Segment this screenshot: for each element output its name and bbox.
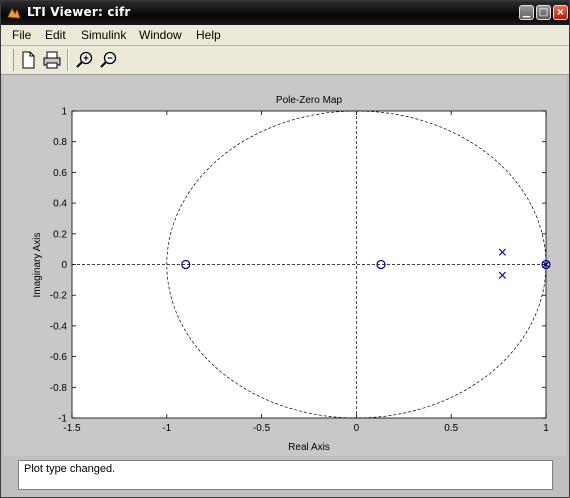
y-tick-label: -1 xyxy=(58,414,67,425)
close-button[interactable]: × xyxy=(553,5,568,20)
menu-help[interactable]: Help xyxy=(196,28,221,42)
x-tick-label: 1 xyxy=(543,423,549,434)
y-tick-label: -0.4 xyxy=(50,321,68,332)
menu-window[interactable]: Window xyxy=(139,28,182,42)
print-icon[interactable] xyxy=(41,49,63,71)
x-tick-label: -1.5 xyxy=(63,423,81,434)
minimize-icon: ▁ xyxy=(522,7,531,18)
matlab-icon xyxy=(7,8,21,19)
zoom-out-icon[interactable] xyxy=(98,49,120,71)
pole-zero-plot[interactable]: Pole-Zero Map -1.5 -1 -0.5 0 0.5 1-1-0.8-0.6-… xyxy=(4,75,566,456)
menu-edit[interactable]: Edit xyxy=(45,28,66,42)
figure-area: Pole-Zero Map -1.5 -1 -0.5 0 0.5 1 -1 -0.8 -0.6-… xyxy=(4,75,566,456)
x-tick-label: 0.5 xyxy=(444,423,458,434)
x-tick-label: 0 xyxy=(354,423,360,434)
y-tick-label: -0.2 xyxy=(50,291,68,302)
zoom-in-icon[interactable] xyxy=(74,49,96,71)
plot-title: Pole-Zero Map xyxy=(276,95,343,106)
menu-simulink[interactable]: Simulink xyxy=(81,28,126,42)
menu-bar: File Edit Simulink Window Help xyxy=(1,25,569,46)
status-bar: Plot type changed. xyxy=(18,460,553,490)
x-axis-label: Real Axis xyxy=(288,442,330,453)
y-tick-label: 0.4 xyxy=(53,199,67,210)
lti-viewer-window: LTI Viewer: cifr ▁ □ × File Edit Simulin… xyxy=(0,0,570,498)
toolbar-separator xyxy=(67,49,69,71)
y-tick-label: 0.6 xyxy=(53,168,67,179)
window-title: LTI Viewer: cifr xyxy=(27,5,131,19)
new-icon[interactable] xyxy=(17,49,39,71)
x-tick-label: -1 xyxy=(162,423,171,434)
minimize-button[interactable]: ▁ xyxy=(519,5,534,20)
maximize-icon: □ xyxy=(538,7,549,18)
y-tick-label: -0.8 xyxy=(50,383,68,394)
y-tick-label: 0.2 xyxy=(53,229,67,240)
x-tick-label: -0.5 xyxy=(253,423,271,434)
maximize-button[interactable]: □ xyxy=(536,5,551,20)
y-tick-label: 1 xyxy=(61,107,67,118)
toolbar xyxy=(1,46,569,75)
menu-file[interactable]: File xyxy=(12,28,31,42)
close-icon: × xyxy=(556,7,565,18)
status-text: Plot type changed. xyxy=(24,463,116,475)
y-tick-label: 0.8 xyxy=(53,137,67,148)
y-tick-label: -0.6 xyxy=(50,352,68,363)
title-bar[interactable]: LTI Viewer: cifr ▁ □ × xyxy=(1,1,569,25)
toolbar-grip[interactable] xyxy=(9,49,14,71)
y-axis-label: Imaginary Axis xyxy=(32,232,43,297)
y-tick-label: 0 xyxy=(61,260,67,271)
